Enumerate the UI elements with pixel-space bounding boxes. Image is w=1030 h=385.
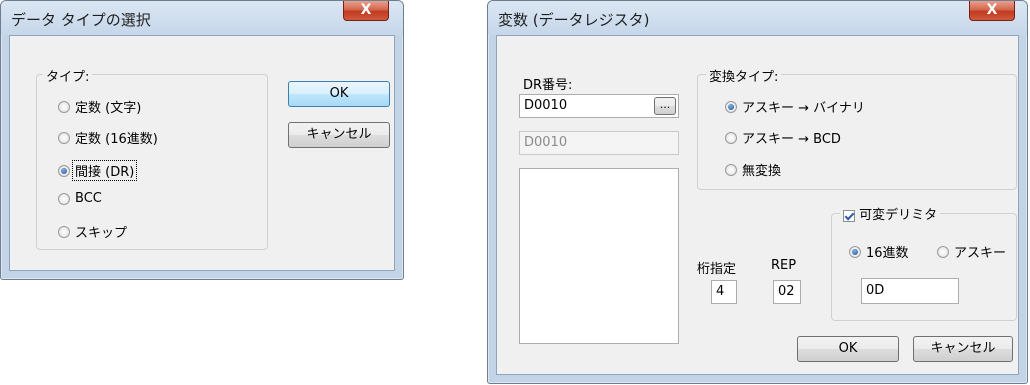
- radio-indirect-dr[interactable]: 間接 (DR): [58, 160, 138, 181]
- cancel-button[interactable]: キャンセル: [913, 336, 1013, 362]
- close-button[interactable]: X: [343, 1, 389, 21]
- dr-number-value: D0010: [524, 98, 568, 113]
- digits-value: 4: [716, 284, 725, 299]
- rep-label: REP: [771, 258, 797, 273]
- radio-label: スキップ: [75, 226, 128, 241]
- radio-button-icon: [937, 245, 949, 258]
- rep-value: 02: [778, 284, 795, 299]
- type-group-label: タイプ:: [43, 66, 93, 85]
- dialog-title: データ タイプの選択: [11, 11, 151, 29]
- radio-label: 無変換: [742, 164, 782, 179]
- radio-ascii-binary[interactable]: アスキー → バイナリ: [725, 97, 865, 116]
- dr-list-box[interactable]: [519, 168, 679, 344]
- browse-button[interactable]: ...: [654, 97, 676, 115]
- radio-label: 間接 (DR): [72, 160, 138, 181]
- radio-ascii[interactable]: アスキー: [937, 242, 1006, 261]
- radio-button-icon: [725, 163, 737, 176]
- radio-label: アスキー → BCD: [742, 132, 841, 147]
- data-type-dialog: データ タイプの選択 X タイプ: 定数 (文字) 定数 (16進数) 間接 (…: [0, 0, 404, 280]
- title-bar[interactable]: データ タイプの選択 X: [1, 1, 403, 35]
- radio-button-icon: [58, 131, 70, 144]
- radio-button-icon: [58, 192, 70, 205]
- radio-label: BCC: [75, 191, 102, 206]
- dr-number-label: DR番号:: [523, 78, 573, 93]
- digits-label: 桁指定: [697, 262, 737, 277]
- radio-skip[interactable]: スキップ: [58, 222, 127, 241]
- variable-delimiter-checkbox[interactable]: 可変デリミタ: [840, 204, 941, 223]
- variable-delimiter-label: 可変デリミタ: [859, 208, 938, 223]
- delimiter-value-input[interactable]: 0D: [861, 278, 959, 304]
- title-bar[interactable]: 変数 (データレジスタ) X: [488, 1, 1027, 35]
- dialog-client-area: DR番号: D0010 ... D0010 変換タイプ: アスキー → バイナリ…: [496, 35, 1019, 375]
- radio-label: 16進数: [866, 246, 909, 261]
- dialog-title: 変数 (データレジスタ): [498, 11, 650, 29]
- radio-button-icon: [725, 131, 737, 144]
- radio-label: アスキー → バイナリ: [742, 101, 865, 116]
- rep-input[interactable]: 02: [773, 280, 801, 304]
- radio-constant-text[interactable]: 定数 (文字): [58, 97, 141, 116]
- ok-button[interactable]: OK: [797, 336, 899, 362]
- radio-bcc[interactable]: BCC: [58, 191, 102, 206]
- radio-label: 定数 (文字): [75, 101, 142, 116]
- radio-button-selected-icon: [725, 100, 737, 113]
- variable-data-register-dialog: 変数 (データレジスタ) X DR番号: D0010 ... D0010 変換タ…: [487, 0, 1028, 384]
- radio-button-selected-icon: [58, 164, 70, 177]
- radio-label: アスキー: [954, 246, 1007, 261]
- close-icon: X: [360, 2, 372, 18]
- close-button[interactable]: X: [969, 1, 1015, 21]
- radio-button-icon: [58, 100, 70, 113]
- radio-no-conversion[interactable]: 無変換: [725, 160, 781, 179]
- ok-button[interactable]: OK: [288, 81, 390, 107]
- ellipsis-icon: ...: [659, 98, 671, 111]
- dr-readonly-value: D0010: [524, 135, 568, 150]
- checkbox-checked-icon: [843, 209, 855, 222]
- radio-label: 定数 (16進数): [75, 132, 158, 147]
- cancel-button[interactable]: キャンセル: [288, 122, 390, 148]
- radio-constant-hex[interactable]: 定数 (16進数): [58, 128, 158, 147]
- dialog-client-area: タイプ: 定数 (文字) 定数 (16進数) 間接 (DR) BCC スキップ …: [9, 35, 395, 271]
- dr-readonly-field: D0010: [519, 131, 679, 155]
- digits-input[interactable]: 4: [711, 280, 737, 304]
- radio-button-icon: [58, 225, 70, 238]
- radio-ascii-bcd[interactable]: アスキー → BCD: [725, 128, 841, 147]
- delimiter-value: 0D: [866, 283, 885, 298]
- variable-delimiter-groupbox: 可変デリミタ: [831, 204, 1017, 321]
- close-icon: X: [986, 2, 998, 18]
- conversion-type-label: 変換タイプ:: [706, 66, 782, 85]
- radio-button-selected-icon: [849, 245, 861, 258]
- radio-hex[interactable]: 16進数: [849, 242, 909, 261]
